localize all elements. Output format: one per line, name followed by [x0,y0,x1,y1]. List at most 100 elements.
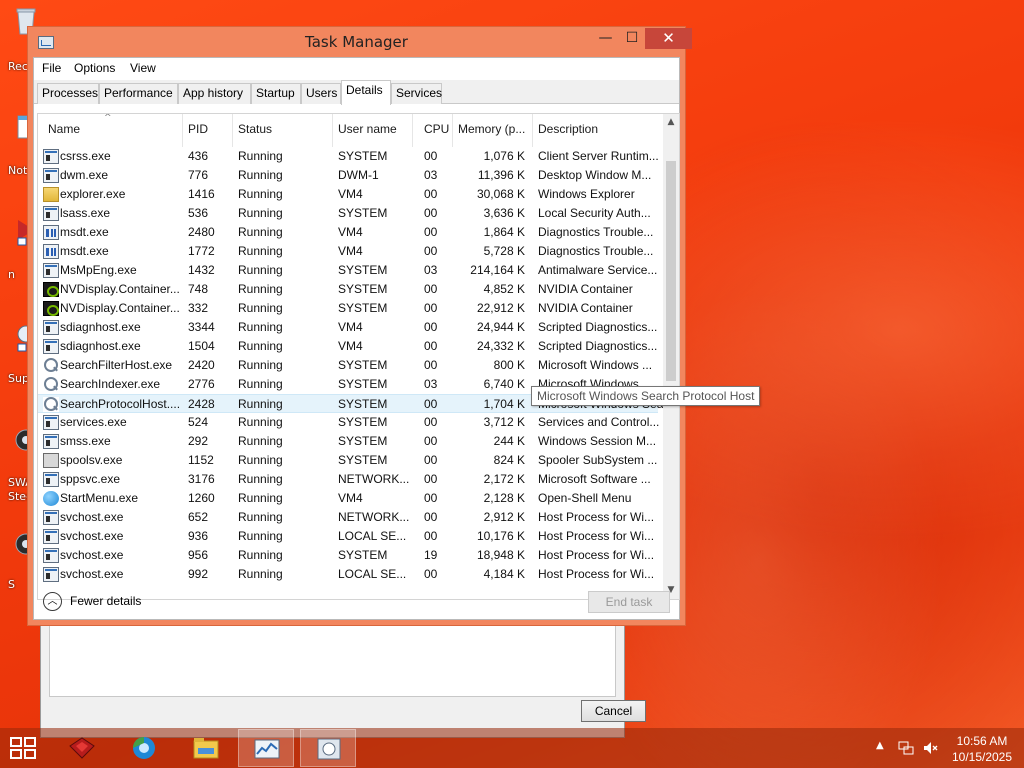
cell-memory: 1,864 K [483,225,525,239]
cell-pid: 748 [188,282,209,296]
table-row[interactable]: lsass.exe 536 Running SYSTEM 00 3,636 K Local … [38,204,658,223]
cell-memory: 1,076 K [483,149,525,163]
table-row[interactable]: sdiagnhost.exe 3344 Running VM4 00 24,944 K Sc… [38,318,658,337]
process-icon [43,358,59,373]
table-row[interactable]: NVDisplay.Container... 332 Running SYSTEM 00… [38,299,658,318]
menu-options[interactable]: Options [74,61,115,75]
cell-description: Spooler SubSystem ... [538,453,658,467]
vertical-scrollbar[interactable]: ▲ ▼ [663,114,679,599]
process-icon [43,320,59,335]
table-row[interactable]: sdiagnhost.exe 1504 Running VM4 00 24,332 K Sc… [38,337,658,356]
tab-app-history[interactable]: App history [178,83,251,104]
cell-pid: 1772 [188,244,215,258]
cell-name: SearchFilterHost.exe [60,358,173,372]
column-header-name[interactable]: Name [48,122,80,136]
table-row[interactable]: MsMpEng.exe 1432 Running SYSTEM 03 214,164 K A… [38,261,658,280]
process-icon [43,301,59,316]
title-bar[interactable]: Task Manager — ☐ ✕ [28,27,692,57]
cell-memory: 2,912 K [483,510,525,524]
column-header-description[interactable]: Description [538,122,598,136]
process-icon [43,377,59,392]
cell-description: NVIDIA Container [538,301,633,315]
cell-cpu: 00 [424,453,438,467]
cell-memory: 30,068 K [476,187,525,201]
table-row[interactable]: StartMenu.exe 1260 Running VM4 00 2,128 K Open… [38,489,658,508]
menu-view[interactable]: View [130,61,156,75]
background-dialog: Cancel [40,610,646,738]
process-icon [43,168,59,183]
taskbar-browser[interactable] [116,729,172,767]
table-header: ^ Name PID Status User name CPU Memory (… [38,114,658,147]
table-row[interactable]: dwm.exe 776 Running DWM-1 03 11,396 K Desktop … [38,166,658,185]
cell-cpu: 19 [424,548,438,562]
taskbar-troubleshooter[interactable] [300,729,356,767]
table-row[interactable]: svchost.exe 936 Running LOCAL SE... 00 10,176… [38,527,658,546]
tab-users[interactable]: Users [301,83,341,104]
process-icon [43,434,59,449]
table-row[interactable]: sppsvc.exe 3176 Running NETWORK... 00 2,172 K… [38,470,658,489]
scroll-up-icon[interactable]: ▲ [663,114,679,131]
menu-file[interactable]: File [42,61,61,75]
table-row[interactable]: smss.exe 292 Running SYSTEM 00 244 K Windows S… [38,432,658,451]
cell-cpu: 00 [424,529,438,543]
start-button[interactable] [10,737,38,761]
tab-startup[interactable]: Startup [251,83,301,104]
cell-status: Running [238,187,283,201]
cancel-button[interactable]: Cancel [581,700,646,722]
table-row[interactable]: NVDisplay.Container... 748 Running SYSTEM 00… [38,280,658,299]
network-icon[interactable] [898,740,914,756]
tab-services[interactable]: Services [391,83,442,104]
column-header-pid[interactable]: PID [188,122,208,136]
cell-description: Microsoft Windows ... [538,358,653,372]
cell-cpu: 03 [424,377,438,391]
table-row[interactable]: svchost.exe 652 Running NETWORK... 00 2,912 K… [38,508,658,527]
table-row[interactable]: spoolsv.exe 1152 Running SYSTEM 00 824 K Spool… [38,451,658,470]
column-header-user-name[interactable]: User name [338,122,397,136]
table-row[interactable]: services.exe 524 Running SYSTEM 00 3,712 K Ser… [38,413,659,432]
maximize-button[interactable]: ☐ [619,28,645,49]
end-task-button[interactable]: End task [588,591,670,613]
clock-date: 10/15/2025 [951,750,1013,764]
process-icon [43,187,59,202]
cell-name: spoolsv.exe [60,453,123,467]
cell-user-name: SYSTEM [338,301,388,315]
tab-details[interactable]: Details [341,80,391,105]
cell-name: explorer.exe [60,187,126,201]
column-header-status[interactable]: Status [238,122,272,136]
table-row[interactable]: explorer.exe 1416 Running VM4 00 30,068 K Wind… [38,185,658,204]
taskbar-app-red[interactable] [54,729,110,767]
cell-status: Running [238,206,283,220]
column-header-memory[interactable]: Memory (p... [458,122,525,136]
menu-bar: File Options View [34,58,679,80]
cell-status: Running [238,491,283,505]
cell-pid: 956 [188,548,209,562]
table-row[interactable]: svchost.exe 992 Running LOCAL SE... 00 4,184 … [38,565,658,584]
table-row[interactable]: msdt.exe 2480 Running VM4 00 1,864 K Diagnosti… [38,223,658,242]
cell-user-name: VM4 [338,339,363,353]
cell-memory: 3,712 K [483,415,525,429]
table-row[interactable]: SearchFilterHost.exe 2420 Running SYSTEM 00 8… [38,356,658,375]
cell-pid: 524 [188,415,209,429]
show-hidden-icons-chevron-icon[interactable]: ▲ [876,740,884,768]
process-icon [43,567,59,582]
cell-cpu: 00 [424,434,438,448]
tab-processes[interactable]: Processes [37,83,99,104]
close-button[interactable]: ✕ [645,28,692,49]
table-row[interactable]: svchost.exe 956 Running SYSTEM 19 18,948 K Hos… [38,546,658,565]
minimize-button[interactable]: — [592,28,619,49]
table-row[interactable]: msdt.exe 1772 Running VM4 00 5,728 K Diagnosti… [38,242,658,261]
tab-performance[interactable]: Performance [99,83,178,104]
taskbar-clock[interactable]: 10:56 AM 10/15/2025 [944,733,1020,765]
cell-pid: 936 [188,529,209,543]
cell-pid: 1152 [188,453,214,467]
cell-cpu: 00 [424,397,438,411]
table-row[interactable]: csrss.exe 436 Running SYSTEM 00 1,076 K Client… [38,147,659,166]
column-header-cpu[interactable]: CPU [424,122,449,136]
scroll-thumb[interactable] [666,161,676,381]
volume-muted-icon[interactable] [922,740,938,756]
cell-status: Running [238,168,283,182]
taskbar-task-manager[interactable] [238,729,294,767]
cell-description: Windows Explorer [538,187,635,201]
cell-cpu: 00 [424,415,438,429]
taskbar-file-explorer[interactable] [178,729,234,767]
